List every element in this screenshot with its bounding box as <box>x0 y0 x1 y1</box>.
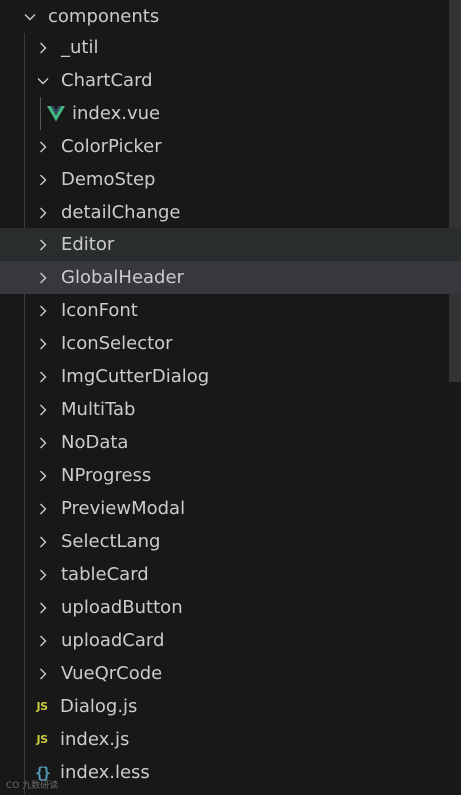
tree-folder-detailchange[interactable]: detailChange <box>0 196 461 229</box>
tree-item-label: detailChange <box>61 202 181 223</box>
tree-item-label: ColorPicker <box>61 136 162 157</box>
tree-folder-uploadcard[interactable]: uploadCard <box>0 624 461 657</box>
tree-item-label: NoData <box>61 432 129 453</box>
tree-item-label: SelectLang <box>61 531 161 552</box>
chevron-down-icon <box>22 9 38 25</box>
tree-file-dialog-js[interactable]: JS Dialog.js <box>0 690 461 723</box>
tree-item-label: IconFont <box>61 300 138 321</box>
chevron-right-icon <box>35 369 51 385</box>
chevron-right-icon <box>35 139 51 155</box>
tree-item-label: index.less <box>60 762 150 783</box>
chevron-right-icon <box>35 435 51 451</box>
tree-folder-nodata[interactable]: NoData <box>0 426 461 459</box>
tree-folder-globalheader[interactable]: GlobalHeader <box>0 261 461 294</box>
chevron-right-icon <box>35 40 51 56</box>
chevron-right-icon <box>35 172 51 188</box>
tree-folder-imgcutterdialog[interactable]: ImgCutterDialog <box>0 360 461 393</box>
tree-folder-nprogress[interactable]: NProgress <box>0 459 461 492</box>
watermark: CO 九数研读 <box>6 781 59 791</box>
chevron-right-icon <box>35 633 51 649</box>
chevron-right-icon <box>35 205 51 221</box>
tree-file-index-less[interactable]: {} index.less <box>0 756 461 789</box>
tree-folder-util[interactable]: _util <box>0 31 461 64</box>
tree-item-label: uploadButton <box>61 597 183 618</box>
tree-folder-colorpicker[interactable]: ColorPicker <box>0 130 461 163</box>
chevron-right-icon <box>35 534 51 550</box>
chevron-right-icon <box>35 666 51 682</box>
chevron-right-icon <box>35 237 51 253</box>
tree-item-label: GlobalHeader <box>61 267 184 288</box>
tree-folder-editor[interactable]: Editor <box>0 228 461 261</box>
javascript-file-icon: JS <box>36 700 48 713</box>
tree-item-label: index.js <box>60 729 130 750</box>
chevron-right-icon <box>35 468 51 484</box>
tree-item-label: VueQrCode <box>61 663 163 684</box>
tree-folder-components[interactable]: components <box>0 0 461 33</box>
tree-folder-demostep[interactable]: DemoStep <box>0 163 461 196</box>
chevron-right-icon <box>35 600 51 616</box>
chevron-right-icon <box>35 303 51 319</box>
tree-folder-iconselector[interactable]: IconSelector <box>0 327 461 360</box>
tree-item-label: NProgress <box>61 465 152 486</box>
tree-item-label: Editor <box>61 234 115 255</box>
tree-item-label: uploadCard <box>61 630 165 651</box>
tree-item-label: Dialog.js <box>60 696 138 717</box>
tree-item-label: components <box>48 6 160 27</box>
tree-item-label: PreviewModal <box>61 498 186 519</box>
javascript-file-icon: JS <box>36 733 48 746</box>
chevron-right-icon <box>35 567 51 583</box>
chevron-down-icon <box>35 73 51 89</box>
vue-icon <box>47 105 65 123</box>
tree-folder-uploadbutton[interactable]: uploadButton <box>0 591 461 624</box>
tree-item-label: DemoStep <box>61 169 156 190</box>
tree-file-index-js[interactable]: JS index.js <box>0 723 461 756</box>
chevron-right-icon <box>35 402 51 418</box>
tree-item-label: ImgCutterDialog <box>61 366 210 387</box>
tree-folder-iconfont[interactable]: IconFont <box>0 294 461 327</box>
chevron-right-icon <box>35 270 51 286</box>
file-explorer-tree: components _util ChartCard index.vue Col… <box>0 0 461 795</box>
tree-folder-previewmodal[interactable]: PreviewModal <box>0 492 461 525</box>
tree-item-label: ChartCard <box>61 70 153 91</box>
tree-file-index-vue[interactable]: index.vue <box>0 97 461 130</box>
tree-item-label: IconSelector <box>61 333 173 354</box>
chevron-right-icon <box>35 501 51 517</box>
tree-folder-tablecard[interactable]: tableCard <box>0 558 461 591</box>
chevron-right-icon <box>35 336 51 352</box>
tree-item-label: MultiTab <box>61 399 136 420</box>
tree-folder-chartcard[interactable]: ChartCard <box>0 64 461 97</box>
tree-item-label: _util <box>61 37 99 58</box>
tree-folder-multitab[interactable]: MultiTab <box>0 393 461 426</box>
tree-folder-vueqrcode[interactable]: VueQrCode <box>0 657 461 690</box>
tree-folder-selectlang[interactable]: SelectLang <box>0 525 461 558</box>
tree-item-label: index.vue <box>72 103 161 124</box>
tree-item-label: tableCard <box>61 564 149 585</box>
